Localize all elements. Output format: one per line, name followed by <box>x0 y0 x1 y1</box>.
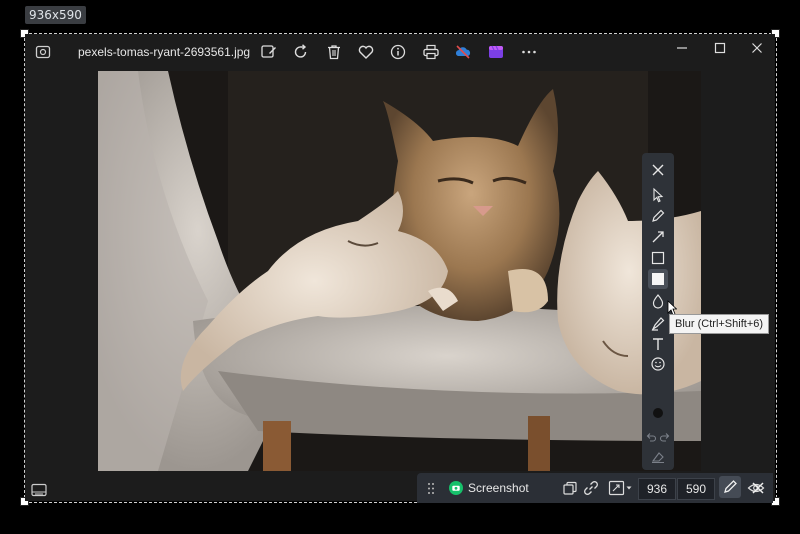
capture-size-badge: 936x590 <box>25 6 86 24</box>
drag-handle-icon[interactable] <box>427 482 435 495</box>
redo-icon[interactable] <box>659 431 671 443</box>
favorite-icon[interactable] <box>357 43 375 61</box>
draw-toggle-icon[interactable] <box>719 476 741 498</box>
photo-canvas[interactable] <box>98 71 701 471</box>
file-name: pexels-tomas-ryant-2693561.jpg <box>78 45 251 59</box>
select-pointer-icon[interactable] <box>650 187 666 203</box>
maximize-icon[interactable] <box>708 38 732 58</box>
undo-icon[interactable] <box>645 431 657 443</box>
link-icon[interactable] <box>583 480 599 496</box>
color-picker-icon[interactable] <box>650 405 666 421</box>
capture-mode-label[interactable]: Screenshot <box>468 481 529 495</box>
minimize-icon[interactable] <box>670 38 694 58</box>
close-annotation-icon[interactable] <box>650 162 666 178</box>
cats-photo <box>98 71 701 471</box>
close-icon[interactable] <box>745 38 769 58</box>
delete-icon[interactable] <box>325 43 343 61</box>
tool-tooltip: Blur (Ctrl+Shift+6) <box>669 314 770 334</box>
text-tool-icon[interactable] <box>650 336 666 352</box>
filled-rectangle-icon[interactable] <box>648 269 668 289</box>
edit-icon[interactable] <box>260 43 278 61</box>
clipchamp-icon[interactable] <box>487 43 505 61</box>
camera-icon <box>449 481 463 495</box>
print-icon[interactable] <box>422 43 440 61</box>
title-bar: pexels-tomas-ryant-2693561.jpg <box>25 34 775 70</box>
onedrive-icon[interactable] <box>454 43 472 61</box>
blur-icon[interactable] <box>650 293 666 309</box>
photos-app-icon <box>35 44 51 60</box>
more-icon[interactable] <box>520 43 538 61</box>
copy-icon[interactable] <box>562 480 578 496</box>
sticker-icon[interactable] <box>650 356 666 372</box>
rectangle-icon[interactable] <box>650 250 666 266</box>
capture-close-icon[interactable] <box>750 480 766 496</box>
arrow-icon[interactable] <box>650 229 666 245</box>
highlighter-icon[interactable] <box>650 315 666 331</box>
info-icon[interactable] <box>389 43 407 61</box>
filmstrip-icon[interactable] <box>31 483 47 497</box>
rotate-icon[interactable] <box>292 43 310 61</box>
pen-icon[interactable] <box>650 208 666 224</box>
clear-eraser-icon[interactable] <box>650 449 666 465</box>
height-input[interactable]: 590 <box>677 478 715 500</box>
width-input[interactable]: 936 <box>638 478 676 500</box>
capture-toolbar: Screenshot 936 590 <box>417 473 773 503</box>
resize-dropdown-icon[interactable] <box>608 479 634 497</box>
